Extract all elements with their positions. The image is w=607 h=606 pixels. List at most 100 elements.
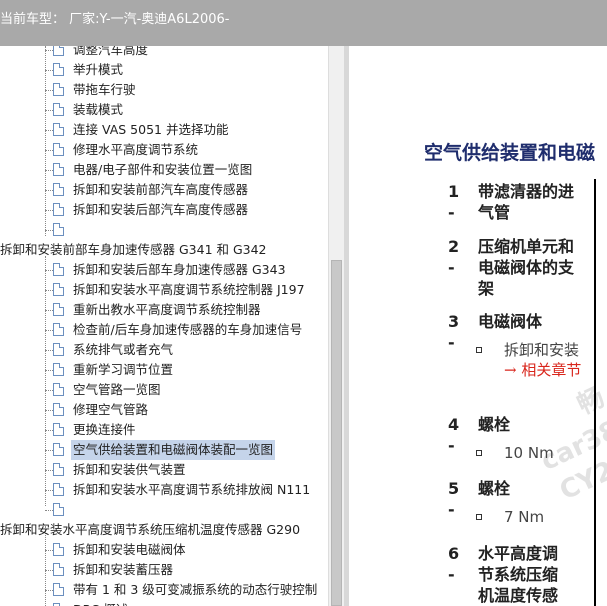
item-label: 压缩机单元和电磁阀体的支架 [478,237,575,298]
tree-item-label: 举升模式 [73,62,124,77]
document-tree: 调整汽车高度 举升模式 带拖车行驶 装载模式 连接 VAS 5051 并选择功能 修理水平… [0,46,328,606]
tree-item-label: 空气供给装置和电磁阀体装配一览图 [71,440,276,460]
bullet-icon [476,450,482,456]
document-icon [53,203,64,216]
tree-connector [45,550,53,551]
tree-connector [45,490,53,491]
bullet-icon [476,347,482,353]
document-icon [53,423,64,436]
tree-guide-line [45,256,46,506]
scrollbar-thumb[interactable] [331,260,342,606]
document-icon [53,143,64,156]
item-label: 电磁阀体 [478,312,543,331]
tree-item-label: 调整汽车高度 [73,46,149,57]
document-icon [53,303,64,316]
tree-connector [45,290,53,291]
document-title: 空气供给装置和电磁 [424,142,596,164]
tree-item-label: 连接 VAS 5051 并选择功能 [73,122,229,137]
tree-item-label: 修理水平高度调节系统 [73,142,199,157]
document-icon [53,343,64,356]
title-bar: 当前车型： 厂家:Y-一汽-奥迪A6L2006- [0,0,607,46]
document-icon [53,483,64,496]
tree-item-label: 拆卸和安装后部车身加速传感器 G343 [73,262,286,277]
document-icon [53,183,64,196]
tree-connector [45,110,53,111]
document-icon [53,263,64,276]
document-icon [53,123,64,136]
document-icon [53,223,64,236]
tree-connector [45,330,53,331]
tree-item-label: 拆卸和安装供气装置 [73,462,186,477]
tree-connector [45,430,53,431]
tree-item-label: 装载模式 [73,102,124,117]
tree-item-label: 拆卸和安装电磁阀体 [73,542,186,557]
tree-connector [45,450,53,451]
tree-connector [45,230,53,231]
document-icon [53,443,64,456]
item-number: 5 - [448,479,460,519]
tree-item-label: DRC 概述 [73,600,128,606]
tree-item-label: 拆卸和安装蓄压器 [73,562,174,577]
torque-value: 7 Nm [504,508,545,526]
item-number: 3 - [448,312,460,352]
tree-connector [45,130,53,131]
tree-guide-line [45,46,46,236]
item-number: 2 - [448,237,460,277]
tree-connector [45,170,53,171]
tree-connector [45,90,53,91]
tree-item-label: 拆卸和安装前部汽车高度传感器 [73,182,249,197]
table-border [594,179,596,606]
tree-item-label: 带有 1 和 3 级可变减振系统的动态行驶控制 [73,582,318,597]
document-icon [53,463,64,476]
tree-scrollbar[interactable] [328,46,344,606]
tree-item-label: 拆卸和安装前部车身加速传感器 G341 和 G342 [0,242,267,257]
tree-connector [45,50,53,51]
item-label: 螺栓 [478,479,511,498]
item-number: 4 - [448,415,460,455]
document-icon [53,283,64,296]
tree-item-label: 拆卸和安装后部汽车高度传感器 [73,202,249,217]
tree-item-label: 修理空气管路 [73,402,149,417]
tree-item-label: 重新出教水平高度调节系统控制器 [73,302,261,317]
tree-connector [45,150,53,151]
tree-connector [45,470,53,471]
tree-item-label: 电器/电子部件和安装位置一览图 [73,162,253,177]
document-icon [53,63,64,76]
tree-connector [45,70,53,71]
item-label: 水平高度调节系统压缩机温度传感 [478,544,559,605]
document-icon [53,46,64,56]
document-pane: 畅 car38 CY2 空气供给装置和电磁 1 - 带滤清器的进气管 2 - 压… [349,46,607,606]
document-icon [53,323,64,336]
item-label: 螺栓 [478,415,511,434]
tree-connector [45,570,53,571]
bullet-icon [476,514,482,520]
tree-connector [45,270,53,271]
document-icon [53,543,64,556]
tree-connector [45,510,53,511]
tree-connector [45,190,53,191]
document-icon [53,503,64,516]
navigation-pane: 调整汽车高度 举升模式 带拖车行驶 装载模式 连接 VAS 5051 并选择功能 修理水平… [0,46,344,606]
tree-item-label: 更换连接件 [73,422,136,437]
tree-connector [45,370,53,371]
tree-connector [45,310,53,311]
document-icon [53,563,64,576]
tree-item-label: 拆卸和安装水平高度调节系统压缩机温度传感器 G290 [0,522,301,537]
sub-item-text: 拆卸和安装 [504,341,580,359]
document-icon [53,383,64,396]
document-icon [53,363,64,376]
document-icon [53,103,64,116]
document-icon [53,163,64,176]
item-number: 6 - [448,544,460,584]
torque-value: 10 Nm [504,444,554,462]
tree-item-label: 重新学习调节位置 [73,362,174,377]
item-number: 1 - [448,182,460,222]
window-title: 当前车型： 厂家:Y-一汽-奥迪A6L2006- [0,12,230,27]
tree-connector [45,350,53,351]
related-chapter-link[interactable]: → 相关章节 [504,361,581,379]
tree-connector [45,590,53,591]
tree-item-label: 拆卸和安装水平高度调节系统控制器 J197 [73,282,305,297]
document-icon [53,583,64,596]
tree-item-label: 检查前/后车身加速传感器的车身加速信号 [73,322,303,337]
tree-item-label: 系统排气或者充气 [73,342,174,357]
